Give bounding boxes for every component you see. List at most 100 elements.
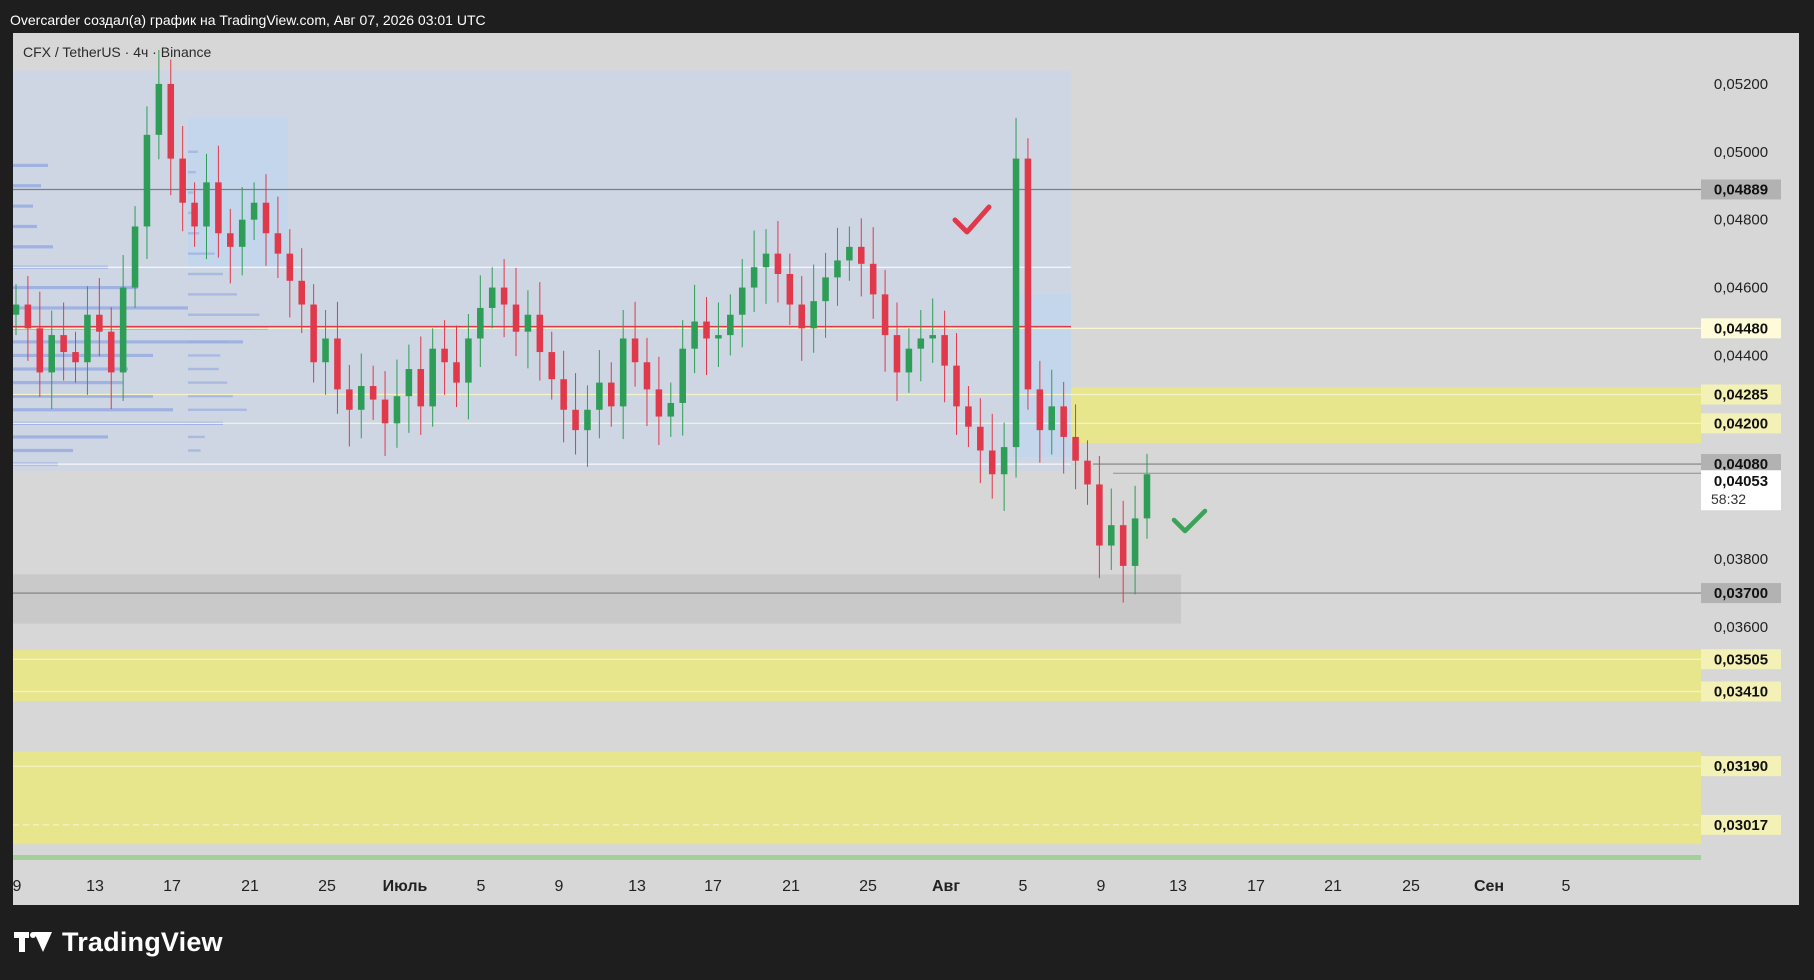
volume-profile-bar-peak [188, 354, 221, 357]
candle-body [846, 246, 853, 261]
volume-profile-bar-peak [188, 408, 247, 411]
candle-body [679, 348, 686, 403]
volume-profile-bar-peak [188, 150, 198, 154]
candle-body [584, 409, 591, 431]
price-level-label: 0,04285 [1714, 386, 1768, 403]
candle-body [536, 314, 544, 353]
volume-profile-bar-peak [188, 293, 237, 296]
x-tick-label: 21 [241, 878, 259, 895]
volume-profile-bar-peak [188, 435, 205, 439]
range-box-peak [188, 117, 288, 268]
candle-body [48, 335, 55, 373]
x-tick-label: Сен [1474, 878, 1504, 895]
chart-header-title: Overcarder создал(а) график на TradingVi… [10, 12, 486, 28]
volume-profile-bar-peak [188, 449, 201, 452]
candle-body [131, 226, 139, 288]
candle-body [715, 335, 722, 339]
chart-area[interactable]: 0,05200 0,05000 0,04800 0,04600 0,04400 0,038… [13, 33, 1799, 905]
y-tick-label: 0,04600 [1714, 280, 1768, 297]
candle-body [119, 287, 127, 373]
volume-profile-bar [13, 353, 153, 358]
price-level-label: 0,03190 [1714, 758, 1768, 775]
candle-body [477, 307, 484, 339]
candle-body [417, 369, 425, 407]
x-tick-label: Июль [383, 878, 428, 895]
candle-body [441, 348, 448, 363]
candle-body [607, 382, 615, 407]
x-tick-label: Авг [932, 878, 960, 895]
volume-profile-bar-peak [188, 191, 194, 194]
y-tick-label: 0,04400 [1714, 347, 1768, 364]
volume-profile-bar [13, 381, 123, 385]
candle-body [203, 182, 210, 227]
y-tick-label: 0,04800 [1714, 212, 1768, 229]
candle-body [965, 406, 972, 427]
candle-body [703, 321, 710, 339]
candle-body [977, 426, 984, 451]
volume-profile-bar [13, 245, 53, 249]
candle-body [286, 253, 294, 281]
price-level-label: 0,04480 [1714, 320, 1768, 337]
candle-body [1119, 525, 1127, 566]
candle-body [953, 365, 960, 407]
price-level-label: 0,03410 [1714, 683, 1768, 700]
candle-body [1012, 158, 1020, 448]
volume-profile-bar [13, 204, 33, 208]
x-tick-label: 9 [1097, 878, 1106, 895]
candle-body [346, 389, 353, 410]
volume-profile-bar [13, 184, 41, 188]
price-level-label: 0,03017 [1714, 817, 1768, 834]
candle-body [738, 287, 746, 315]
candle-body [619, 338, 627, 407]
x-tick-label: 13 [628, 878, 646, 895]
candle-body [905, 348, 913, 373]
volume-profile-bar-peak [188, 272, 223, 276]
candle-body [750, 267, 758, 288]
candle-body [1084, 460, 1091, 485]
candle-body [834, 260, 841, 278]
countdown-label: 58:32 [1711, 491, 1746, 507]
tradingview-logo-text: TradingView [62, 926, 223, 957]
candle-body [429, 348, 436, 407]
candle-body [869, 263, 877, 295]
candle-body [84, 314, 91, 363]
x-tick-label: 21 [1324, 878, 1342, 895]
volume-profile-bar-peak [188, 340, 228, 344]
candle-body [60, 335, 67, 353]
y-tick-label: 0,03800 [1714, 551, 1768, 568]
candle-body [13, 304, 20, 315]
candle-body [762, 253, 770, 268]
candle-body [36, 328, 44, 373]
candle-body [822, 277, 829, 302]
candle-body [655, 389, 663, 417]
volume-profile-bar-peak [188, 367, 219, 371]
price-level-label: 0,04200 [1714, 415, 1768, 432]
x-tick-label: 5 [477, 878, 486, 895]
last-price-label: 0,04053 [1714, 473, 1768, 490]
x-tick-label: 9 [13, 878, 22, 895]
candle-body [215, 182, 222, 234]
candle-body [453, 362, 460, 383]
tradingview-logo[interactable]: TradingView [14, 924, 223, 960]
y-tick-label: 0,03600 [1714, 619, 1768, 636]
candle-body [1108, 525, 1115, 546]
candle-body [24, 304, 32, 329]
candle-body [274, 233, 282, 254]
candle-body [548, 352, 556, 380]
volume-profile-bar-peak [188, 170, 196, 174]
candle-body [1024, 158, 1032, 390]
tradingview-logo-icon [14, 930, 52, 954]
volume-profile-bar [13, 224, 37, 229]
x-tick-label: 25 [318, 878, 336, 895]
candle-body [798, 304, 806, 329]
candlestick-chart[interactable]: 0,05200 0,05000 0,04800 0,04600 0,04400 0,038… [13, 33, 1799, 905]
candle-body [1036, 389, 1044, 431]
y-tick-label: 0,05200 [1714, 76, 1768, 93]
candle-body [298, 280, 306, 305]
candle-body [810, 301, 817, 329]
volume-profile-bar-peak [188, 252, 215, 255]
candle-body [179, 158, 186, 203]
candle-body [143, 134, 151, 227]
candle-body [334, 338, 341, 390]
candle-body [881, 294, 889, 336]
